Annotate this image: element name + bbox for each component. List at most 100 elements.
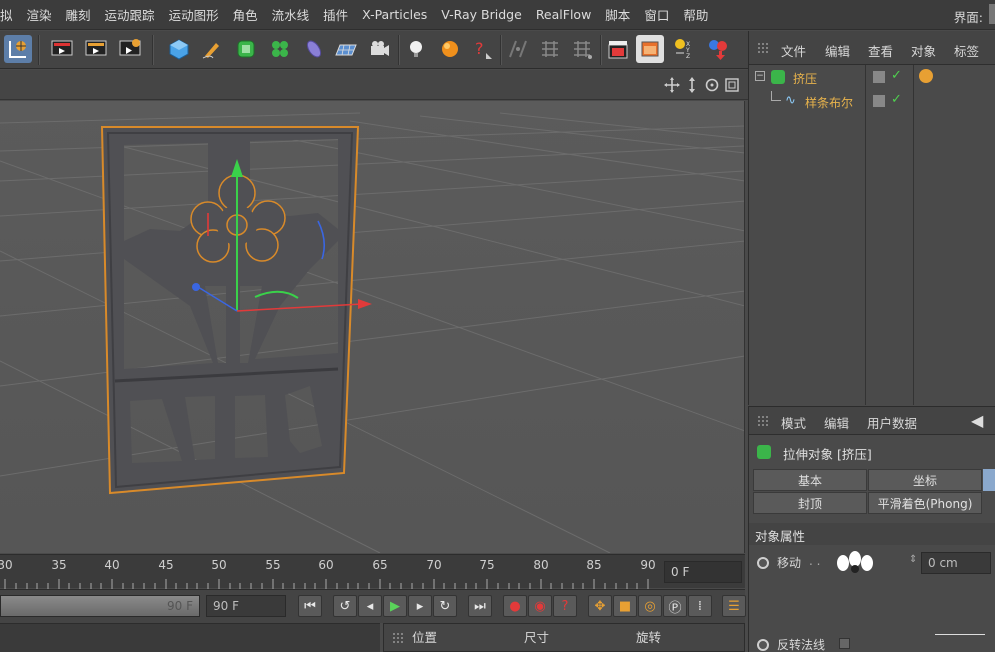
om-menu-edit[interactable]: 编辑 [825,41,850,60]
position-key-icon[interactable]: ✥ [588,595,612,617]
loop-forward-icon[interactable]: ↻ [433,595,457,617]
om-menu-file[interactable]: 文件 [781,41,806,60]
pla-key-icon[interactable]: ⁞ [688,595,712,617]
layer-toggle-icon[interactable] [873,71,885,83]
pen-tool-icon[interactable] [198,35,226,63]
move-radio[interactable] [757,557,769,569]
menu-vray-bridge[interactable]: V-Ray Bridge [434,7,529,22]
menu-character[interactable]: 角色 [226,5,265,24]
deformer-icon[interactable] [300,35,328,63]
layout-label[interactable]: 界面: [954,7,983,26]
tab-overflow[interactable] [983,469,995,491]
menu-help[interactable]: 帮助 [676,5,715,24]
scene-objects-icon[interactable] [704,35,732,63]
extrude-icon [757,445,771,459]
tab-phong[interactable]: 平滑着色(Phong) [868,492,982,514]
zoom-view-icon[interactable] [684,77,700,93]
floor-icon[interactable] [332,35,360,63]
previous-frame-icon[interactable]: ◂ [358,595,382,617]
object-row-spline-boolean[interactable]: ∿ 样条布尔 ✓ [749,91,995,113]
back-arrow-icon[interactable]: ◀ [971,411,983,430]
snap-icon[interactable] [504,35,532,63]
camera-icon[interactable] [366,35,394,63]
workplane-icon[interactable] [568,35,596,63]
render-view-icon[interactable] [48,35,76,63]
tab-caps[interactable]: 封顶 [753,492,867,514]
record-keyframe-icon[interactable]: ● [503,595,527,617]
timeline-menu-icon[interactable]: ☰ [722,595,746,617]
grid-snap-icon[interactable] [536,35,564,63]
subdivision-surface-icon[interactable] [232,35,260,63]
layer-toggle-icon[interactable] [873,95,885,107]
material-sphere-icon[interactable] [436,35,464,63]
menu-realflow[interactable]: RealFlow [529,7,598,22]
light-icon[interactable] [402,35,430,63]
extruded-window-frame[interactable] [100,126,372,495]
maximize-view-icon[interactable] [724,77,740,93]
timeline-tick-label: 75 [479,558,495,572]
phong-tag-icon[interactable] [919,69,933,83]
rotate-view-icon[interactable] [704,77,720,93]
next-frame-icon[interactable]: ▸ [408,595,432,617]
help-tag-icon[interactable]: ? [468,35,496,63]
panel-grip-icon[interactable] [757,415,769,427]
menu-simulate[interactable]: 拟 [0,5,20,24]
collapse-toggle-icon[interactable]: − [755,71,765,81]
visibility-check-icon[interactable]: ✓ [891,92,902,107]
menu-plugins[interactable]: 插件 [316,5,355,24]
am-menu-user-data[interactable]: 用户数据 [867,413,917,432]
go-to-end-icon[interactable]: ⏭ [468,595,492,617]
tab-basic[interactable]: 基本 [753,469,867,491]
main-toolbar: ? XYZ [0,31,748,69]
3d-viewport[interactable] [0,101,745,553]
cube-icon[interactable] [165,35,193,63]
current-frame-field[interactable]: 0 F [664,561,742,583]
coordinate-system-icon[interactable] [4,35,32,63]
am-menu-edit[interactable]: 编辑 [824,413,849,432]
loop-back-icon[interactable]: ↺ [333,595,357,617]
xyz-axis-icon[interactable]: XYZ [670,35,698,63]
object-name[interactable]: 挤压 [793,70,817,87]
go-to-start-icon[interactable]: ⏮ [298,595,322,617]
scale-key-icon[interactable]: ■ [613,595,637,617]
panel-grip-icon[interactable] [392,632,404,644]
menu-motion-tracking[interactable]: 运动跟踪 [98,5,162,24]
cloner-icon[interactable] [266,35,294,63]
move-value-field[interactable]: 0 cm [921,552,991,574]
autokey-icon[interactable]: ◉ [528,595,552,617]
parameter-key-icon[interactable]: Ⓟ [663,595,687,617]
frame-range-slider[interactable]: 90 F [0,595,200,617]
om-menu-view[interactable]: 查看 [868,41,893,60]
menu-x-particles[interactable]: X-Particles [355,7,434,22]
menu-render[interactable]: 渲染 [20,5,59,24]
menu-window[interactable]: 窗口 [637,5,676,24]
menu-pipeline[interactable]: 流水线 [265,5,317,24]
menu-sculpt[interactable]: 雕刻 [59,5,98,24]
render-region-icon[interactable] [636,35,664,63]
keyframe-selection-icon[interactable]: ? [553,595,577,617]
render-settings-icon[interactable] [116,35,144,63]
menu-script[interactable]: 脚本 [598,5,637,24]
object-name[interactable]: 样条布尔 [805,94,853,111]
object-row-extrude[interactable]: − 挤压 ✓ [749,67,995,89]
reverse-normals-radio[interactable] [757,639,769,651]
section-header: 对象属性 [749,523,995,545]
timeline-tick-label: 40 [104,558,120,572]
layout-dropdown[interactable] [989,4,995,24]
menu-mograph[interactable]: 运动图形 [162,5,226,24]
am-menu-mode[interactable]: 模式 [781,413,806,432]
play-icon[interactable]: ▶ [383,595,407,617]
clapper-icon[interactable] [604,35,632,63]
tab-coordinates[interactable]: 坐标 [868,469,982,491]
render-picture-viewer-icon[interactable] [82,35,110,63]
move-view-icon[interactable] [664,77,680,93]
end-frame-field[interactable]: 90 F [206,595,286,617]
stepper-arrows[interactable]: ⇕ [909,554,917,565]
rotation-key-icon[interactable]: ◎ [638,595,662,617]
timeline-ruler[interactable]: 30 35 40 45 50 55 60 65 70 75 80 85 90 [0,554,745,589]
visibility-check-icon[interactable]: ✓ [891,68,902,83]
om-menu-object[interactable]: 对象 [911,41,936,60]
om-menu-tags[interactable]: 标签 [954,41,979,60]
reverse-normals-checkbox[interactable] [839,638,850,649]
panel-grip-icon[interactable] [757,42,769,54]
